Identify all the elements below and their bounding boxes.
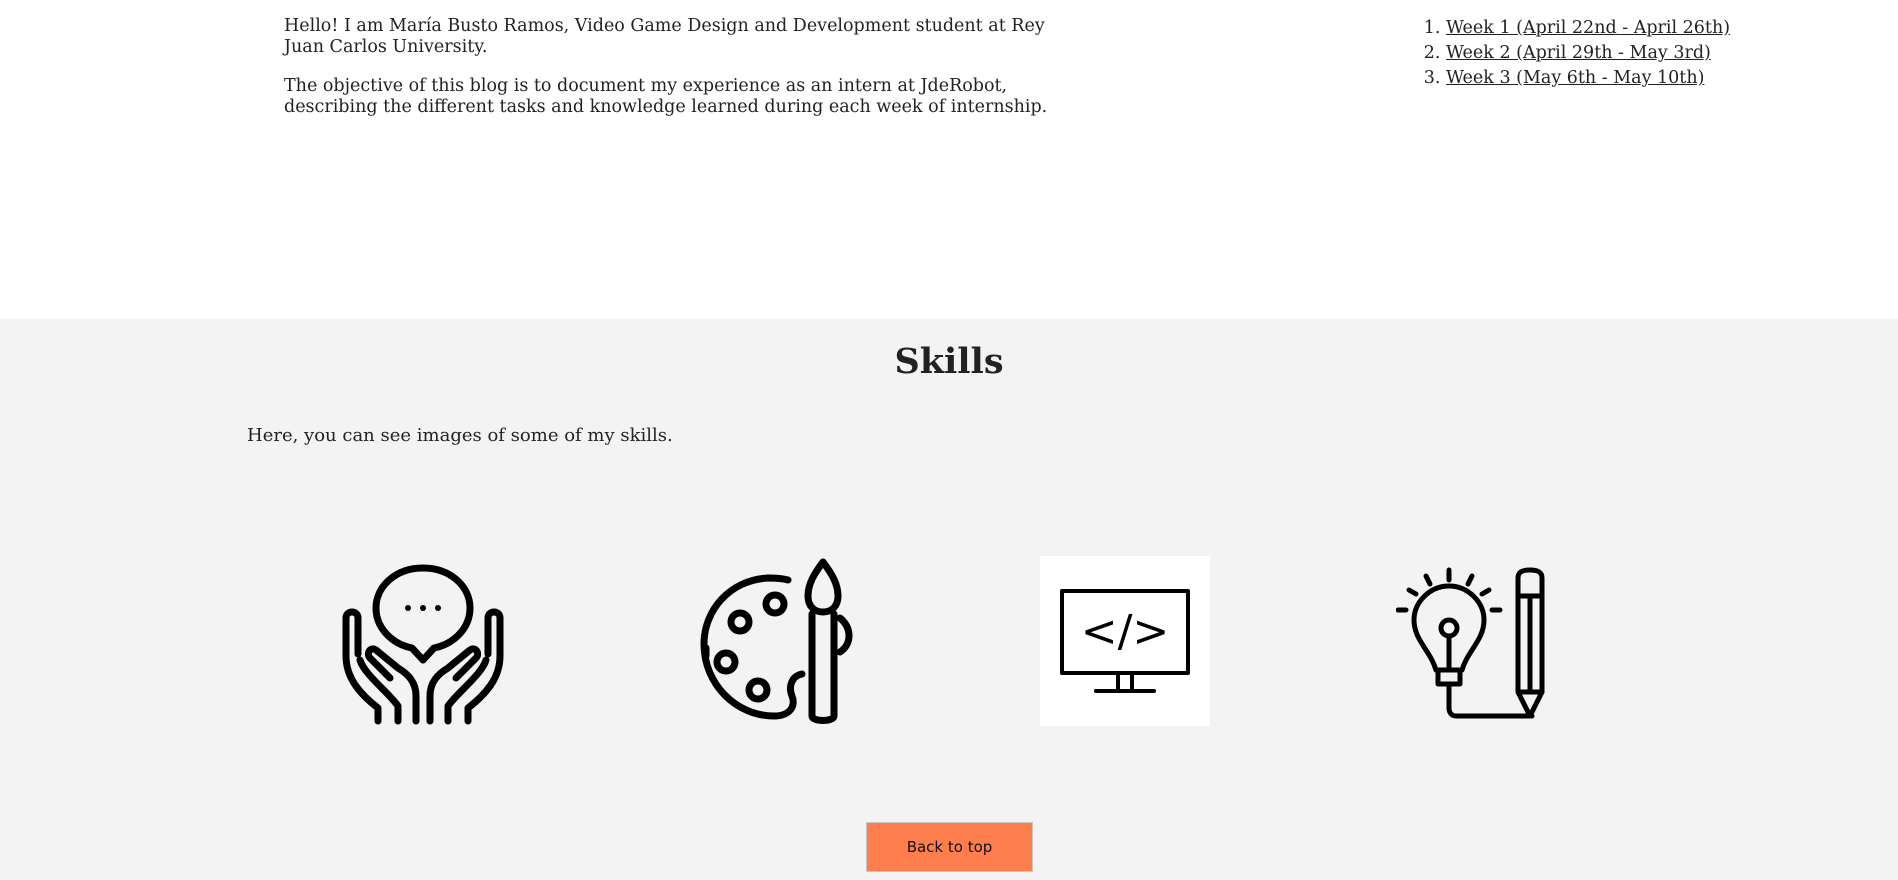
code-monitor-icon: </> bbox=[1040, 556, 1210, 726]
intro-text: Hello! I am María Busto Ramos, Video Gam… bbox=[284, 16, 1084, 136]
art-palette-icon bbox=[696, 556, 866, 726]
skills-title: Skills bbox=[894, 341, 1004, 382]
week-3-link[interactable]: Week 3 (May 6th - May 10th) bbox=[1446, 68, 1704, 88]
intro-paragraph-1: Hello! I am María Busto Ramos, Video Gam… bbox=[284, 16, 1045, 57]
intro-paragraph-2: The objective of this blog is to documen… bbox=[284, 76, 1048, 117]
skills-description: Here, you can see images of some of my s… bbox=[247, 425, 673, 446]
intro-section: Hello! I am María Busto Ramos, Video Gam… bbox=[0, 0, 1898, 319]
week-1-link[interactable]: Week 1 (April 22nd - April 26th) bbox=[1446, 18, 1730, 38]
back-to-top-button[interactable]: Back to top bbox=[866, 822, 1033, 872]
week-2-link[interactable]: Week 2 (April 29th - May 3rd) bbox=[1446, 43, 1711, 63]
communication-icon bbox=[338, 556, 508, 726]
skills-section: Skills Here, you can see images of some … bbox=[0, 319, 1898, 880]
weeks-list-item: Week 3 (May 6th - May 10th) bbox=[1446, 66, 1730, 91]
weeks-list: Week 1 (April 22nd - April 26th) Week 2 … bbox=[1420, 16, 1730, 91]
weeks-list-item: Week 1 (April 22nd - April 26th) bbox=[1446, 16, 1730, 41]
code-glyph: </> bbox=[1081, 606, 1170, 657]
page: Hello! I am María Busto Ramos, Video Gam… bbox=[0, 0, 1898, 880]
creativity-icon bbox=[1396, 556, 1566, 726]
weeks-list-item: Week 2 (April 29th - May 3rd) bbox=[1446, 41, 1730, 66]
